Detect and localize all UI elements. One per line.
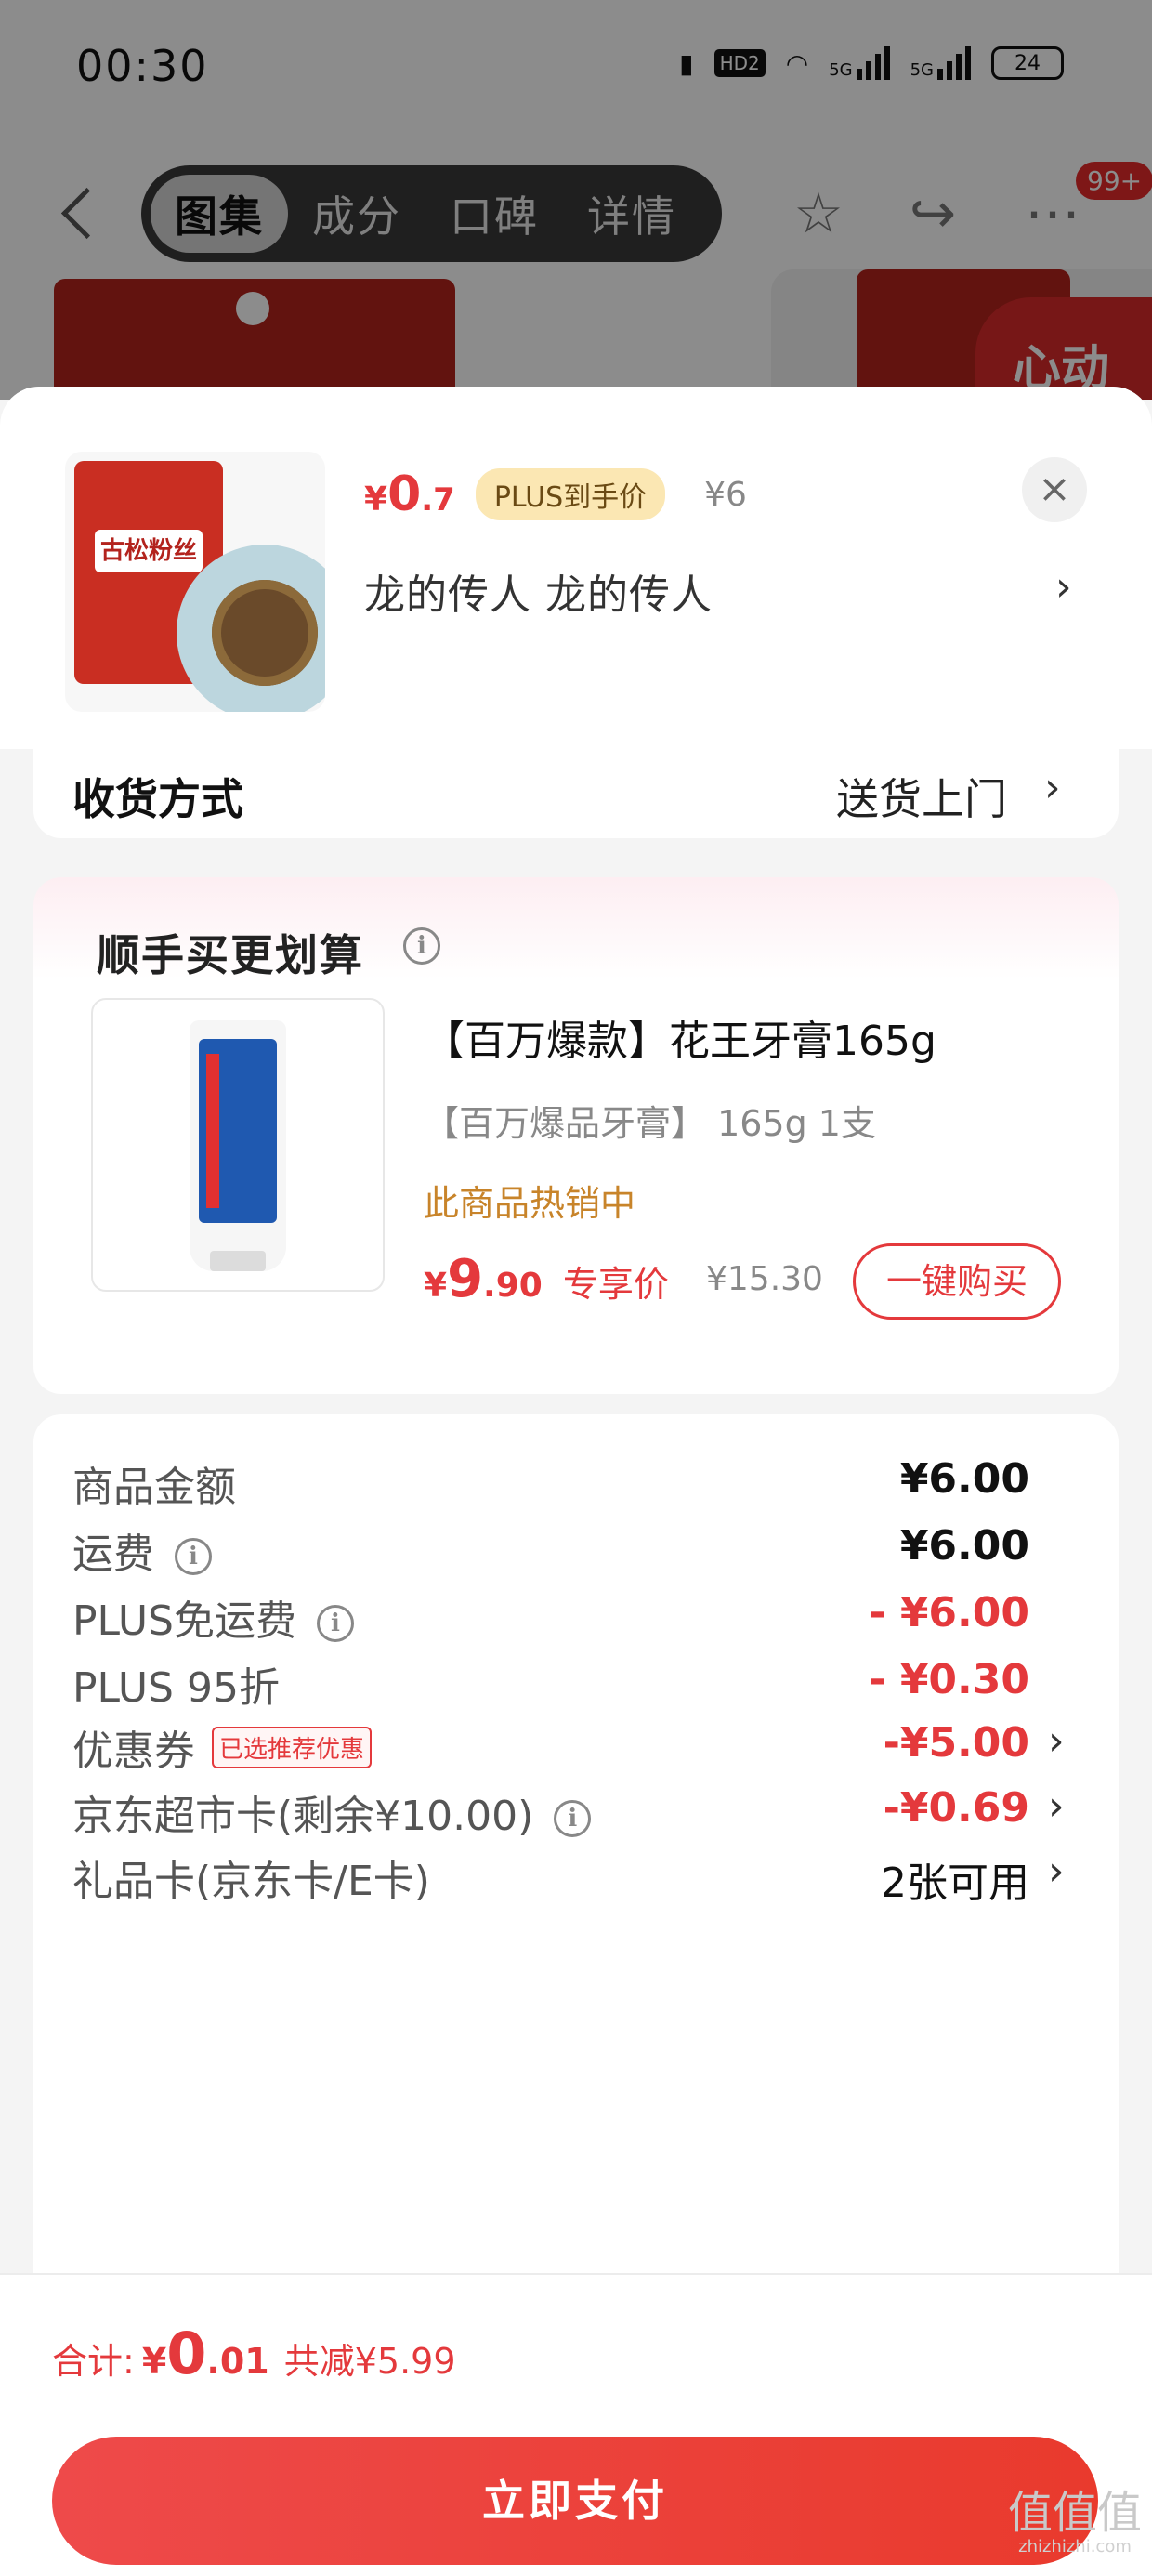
upsell-title: 顺手买更划算: [97, 930, 364, 980]
chevron-right-icon: ›: [1044, 764, 1061, 811]
overlay-dim[interactable]: [0, 0, 1152, 400]
shipping-value: 送货上门: [836, 774, 1007, 824]
info-icon[interactable]: i: [175, 1538, 212, 1575]
one-click-buy-button[interactable]: 一键购买: [853, 1243, 1061, 1320]
info-icon[interactable]: i: [554, 1800, 592, 1837]
checkout-bar: 合计: ¥ 0 .01 共减¥5.99 立即支付 值值值 zhizhizhi.c…: [0, 2273, 1152, 2576]
order-total: 合计: ¥ 0 .01 共减¥5.99: [52, 2320, 456, 2387]
chevron-right-icon: ›: [1048, 1782, 1065, 1830]
total-savings: 共减¥5.99: [283, 2341, 456, 2382]
row-goods-amount: 商品金额 ¥6.00: [72, 1455, 1029, 1511]
row-gift-card[interactable]: 礼品卡(京东卡/E卡) 2张可用 ›: [33, 1838, 1119, 1912]
watermark: 值值值 zhizhizhi.com: [1007, 2487, 1142, 2556]
product-summary: 古松粉丝 ¥ 0 .7 PLUS到手价 ¥6 × 龙的传人 龙的传人 ›: [0, 387, 1152, 749]
original-price: ¥6: [704, 475, 747, 514]
selected-spec[interactable]: 龙的传人 龙的传人: [364, 561, 713, 621]
pay-now-button[interactable]: 立即支付: [52, 2437, 1098, 2565]
checkout-sheet: 古松粉丝 ¥ 0 .7 PLUS到手价 ¥6 × 龙的传人 龙的传人 › 收货方…: [0, 387, 1152, 2576]
product-price: ¥ 0 .7 PLUS到手价 ¥6: [364, 467, 747, 522]
hot-sale-text: 此商品热销中: [424, 1183, 636, 1224]
close-icon[interactable]: ×: [1022, 457, 1087, 522]
upsell-price: ¥ 9 .90 专享价: [424, 1249, 669, 1309]
upsell-card: 顺手买更划算 i 【百万爆款】花王牙膏165g 【百万爆品牙膏】 165g 1支…: [33, 877, 1119, 1394]
product-thumbnail: 古松粉丝: [65, 452, 325, 712]
info-icon[interactable]: i: [403, 927, 440, 965]
upsell-product-spec: 【百万爆品牙膏】 165g 1支: [424, 1103, 876, 1144]
upsell-original-price: ¥15.30: [706, 1260, 823, 1298]
shipping-label: 收货方式: [72, 774, 243, 824]
chevron-right-icon: ›: [1048, 1717, 1065, 1765]
coupon-tag: 已选推荐优惠: [212, 1727, 373, 1768]
upsell-product-title[interactable]: 【百万爆款】花王牙膏165g: [424, 1007, 936, 1067]
price-breakdown: 商品金额 ¥6.00 运费 i ¥6.00 PLUS免运费 i - ¥6.00 PL…: [33, 1414, 1119, 2344]
row-plus-free-shipping: PLUS免运费 i - ¥6.00: [72, 1589, 1029, 1645]
plus-price-tag: PLUS到手价: [475, 468, 666, 520]
upsell-product-image[interactable]: [91, 998, 385, 1292]
row-coupon[interactable]: 优惠券 已选推荐优惠 -¥5.00 ›: [33, 1708, 1119, 1782]
row-shipping-fee: 运费 i ¥6.00: [72, 1522, 1029, 1578]
chevron-right-icon: ›: [1048, 1847, 1065, 1895]
row-supermarket-card[interactable]: 京东超市卡(剩余¥10.00) i -¥0.69 ›: [33, 1773, 1119, 1847]
chevron-right-icon[interactable]: ›: [1055, 563, 1072, 611]
info-icon[interactable]: i: [317, 1605, 354, 1642]
